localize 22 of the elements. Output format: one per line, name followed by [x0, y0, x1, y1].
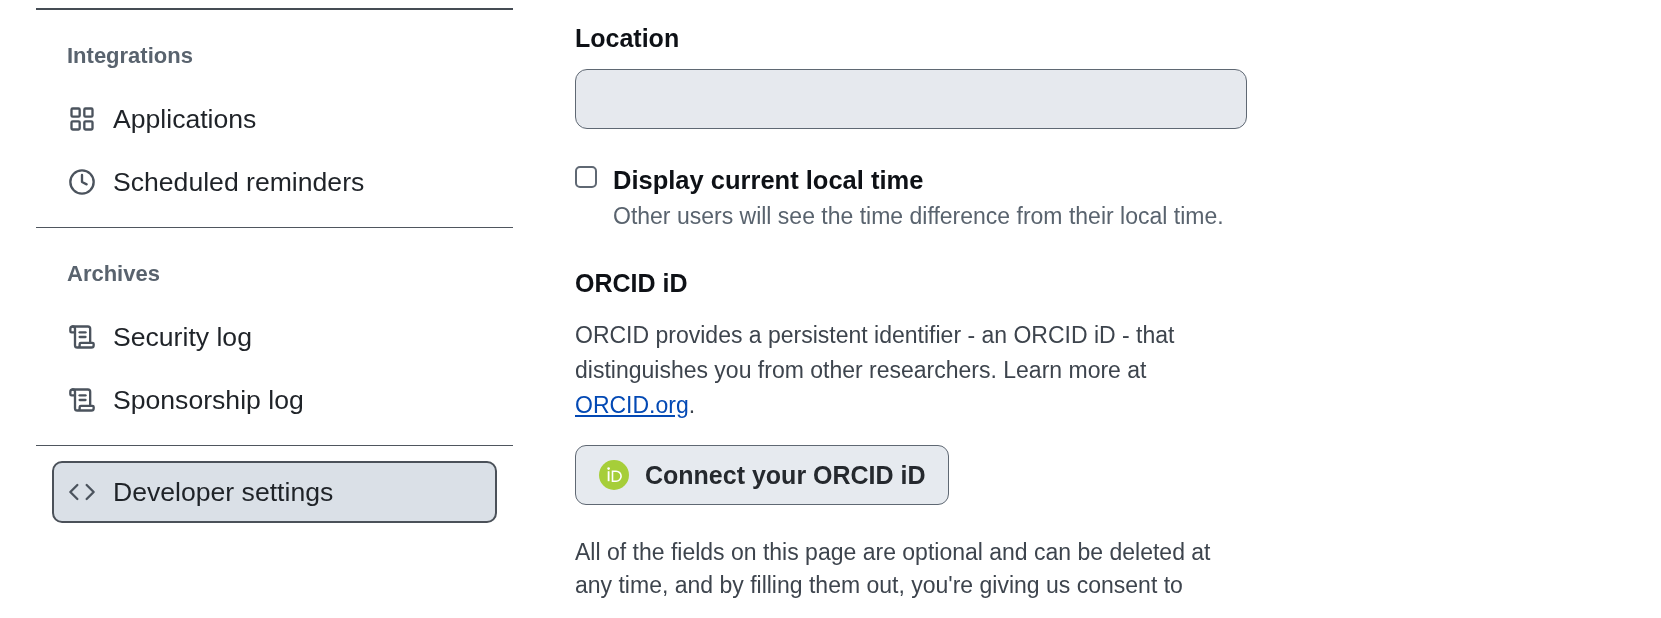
nav-item[interactable]: Scheduled reminders [52, 151, 497, 213]
section-heading: Archives [66, 260, 161, 288]
connect-button[interactable]: Connect your ORCID iD [575, 445, 949, 505]
grid-icon [68, 105, 96, 133]
nav-item[interactable]: Developer settings [52, 461, 497, 523]
location-label: Location [575, 23, 681, 53]
clock-icon [68, 168, 96, 196]
section-title: ORCID iD [575, 268, 689, 298]
checkbox[interactable] [575, 166, 597, 188]
notice-text: All of the fields on this page are optional and can be deleted at any time, and by filling them out, you're giving us consent to [575, 538, 1212, 600]
scroll-icon [68, 386, 96, 414]
scroll-icon [68, 323, 96, 351]
checkbox-label: Display current local time [613, 165, 925, 195]
section-heading: Integrations [66, 42, 194, 70]
hint-text: Other users will see the time difference from their local time. [613, 202, 1224, 231]
description-text: ORCID provides a persistent identifier - an ORCID iD - that distinguishes you from other researchers. Learn more at ORCID.org. [575, 321, 1176, 420]
orcid-link[interactable]: ORCID.org [575, 392, 689, 418]
id-logo-icon [599, 460, 629, 490]
nav-item[interactable]: Security log [52, 306, 497, 368]
location-field[interactable] [575, 69, 1247, 129]
nav-item[interactable]: Sponsorship log [52, 369, 497, 431]
nav-item[interactable]: Applications [52, 88, 497, 150]
